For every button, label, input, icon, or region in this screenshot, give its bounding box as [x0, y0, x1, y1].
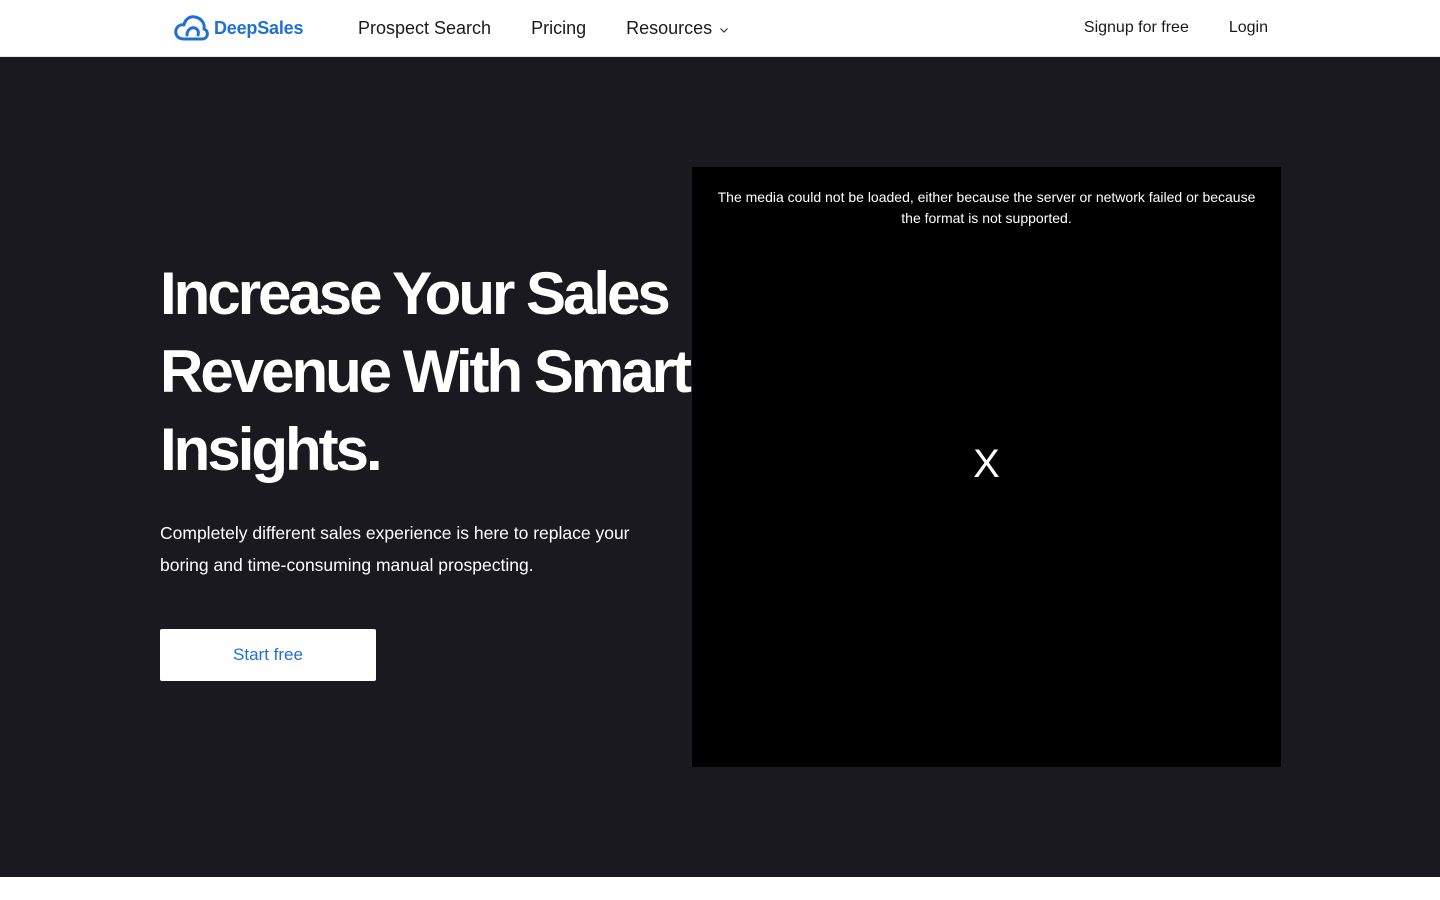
- signup-link[interactable]: Signup for free: [1084, 19, 1189, 37]
- cloud-logo-icon: [174, 15, 209, 41]
- media-error-message: The media could not be loaded, either be…: [717, 189, 1256, 226]
- nav-item-resources[interactable]: Resources: [626, 18, 729, 39]
- logo-text: DeepSales: [214, 17, 304, 38]
- hero-title: Increase Your Sales Revenue With Smart I…: [160, 260, 692, 483]
- start-free-button[interactable]: Start free: [160, 629, 376, 681]
- login-link[interactable]: Login: [1229, 19, 1268, 37]
- hero-section: Increase Your Sales Revenue With Smart I…: [0, 57, 1440, 877]
- chevron-down-icon: [720, 27, 729, 33]
- video-player[interactable]: The media could not be loaded, either be…: [692, 167, 1281, 767]
- deepsales-logo[interactable]: DeepSales: [173, 14, 303, 42]
- nav-item-label: Resources: [626, 18, 713, 38]
- auth-links: Signup for free Login: [1084, 0, 1268, 56]
- nav-item-label: Pricing: [531, 18, 587, 38]
- main-nav: Prospect Search Pricing Resources: [358, 0, 729, 57]
- hero-subtitle: Completely different sales experience is…: [160, 523, 630, 575]
- nav-item-pricing[interactable]: Pricing: [531, 18, 586, 39]
- nav-item-prospect-search[interactable]: Prospect Search: [358, 18, 491, 39]
- nav-item-label: Prospect Search: [358, 18, 492, 38]
- top-nav-bar: DeepSales Prospect Search Pricing Resour…: [0, 0, 1440, 57]
- media-close-icon[interactable]: X: [692, 439, 1281, 489]
